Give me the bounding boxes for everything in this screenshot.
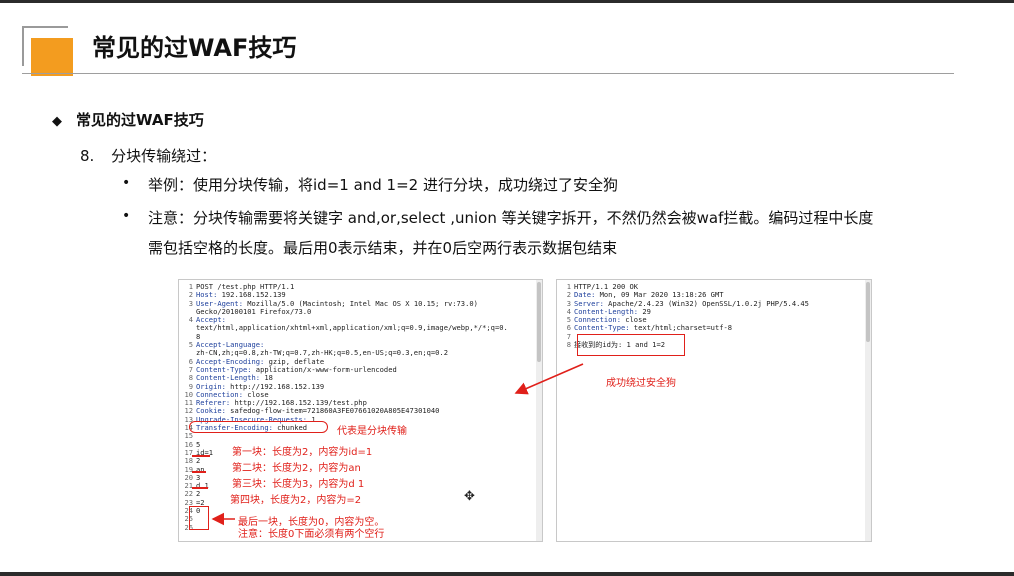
mouse-cursor-icon: ✥: [464, 489, 475, 504]
arrow-to-response: [514, 363, 584, 395]
bottom-border: [0, 572, 1014, 576]
annotation-arrows: [211, 363, 584, 526]
